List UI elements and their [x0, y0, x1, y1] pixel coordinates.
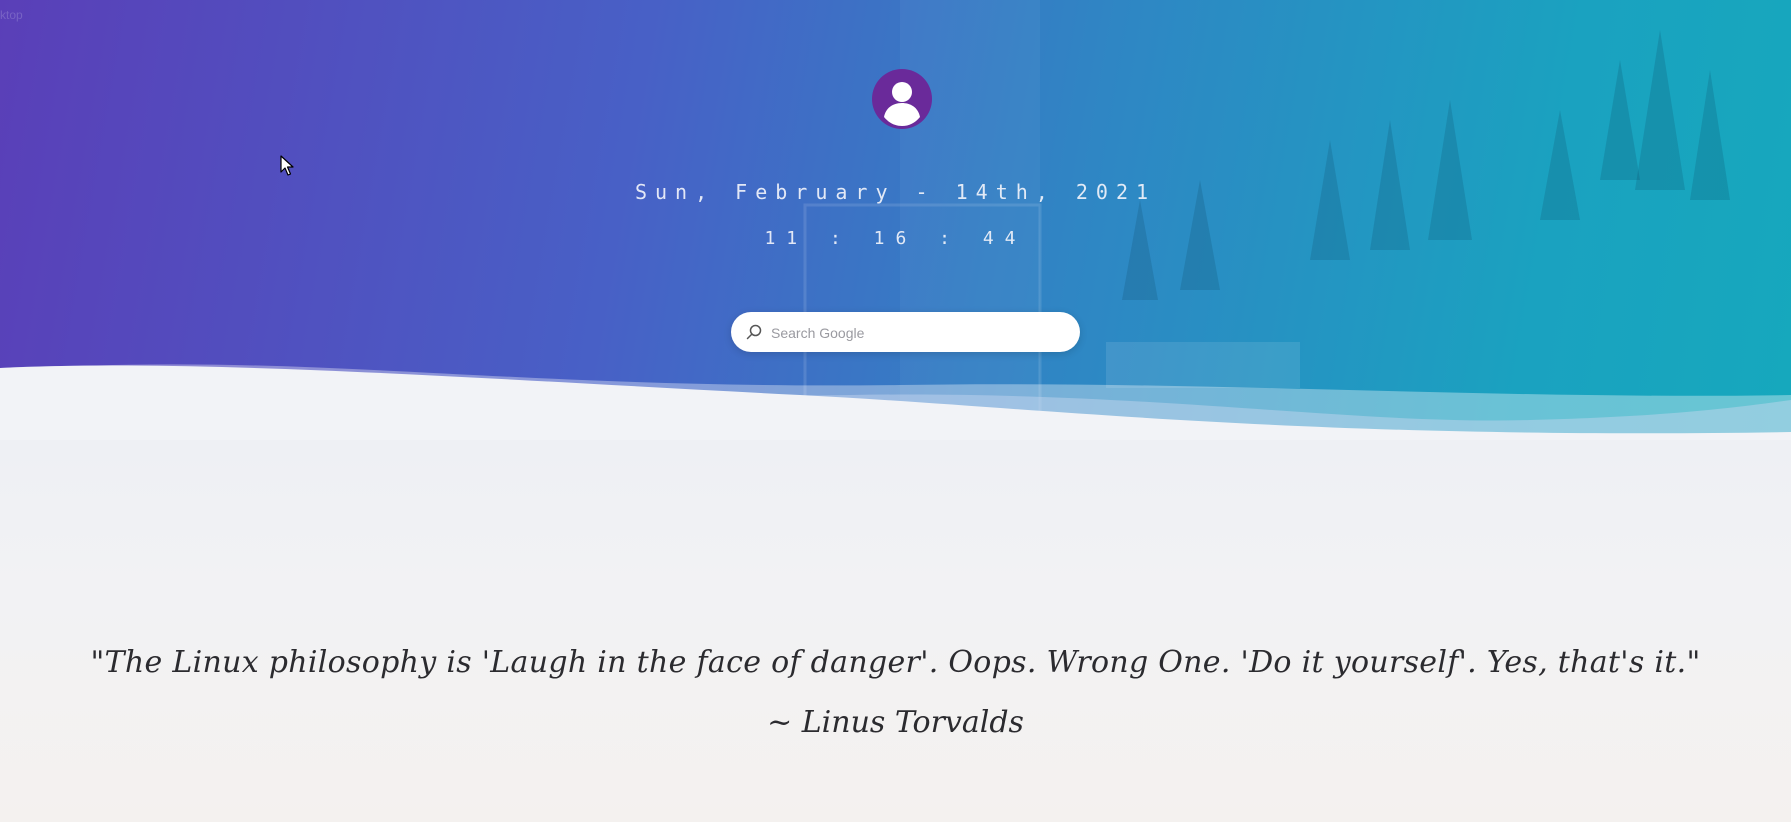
search-bar[interactable]: [731, 312, 1080, 354]
quote-text: "The Linux philosophy is 'Laugh in the f…: [90, 645, 1701, 680]
date-display: Sun, February - 14th, 2021: [634, 180, 1157, 204]
user-avatar-icon[interactable]: [872, 69, 932, 129]
quote-author: ~ Linus Torvalds: [767, 705, 1024, 740]
background-ghost-text: ktop: [0, 8, 23, 22]
mouse-pointer-icon: [280, 155, 294, 176]
search-icon: [746, 324, 762, 340]
search-input[interactable]: [769, 312, 1063, 354]
content-background: [0, 440, 1791, 822]
time-display: 11 : 16 : 44: [764, 228, 1027, 249]
